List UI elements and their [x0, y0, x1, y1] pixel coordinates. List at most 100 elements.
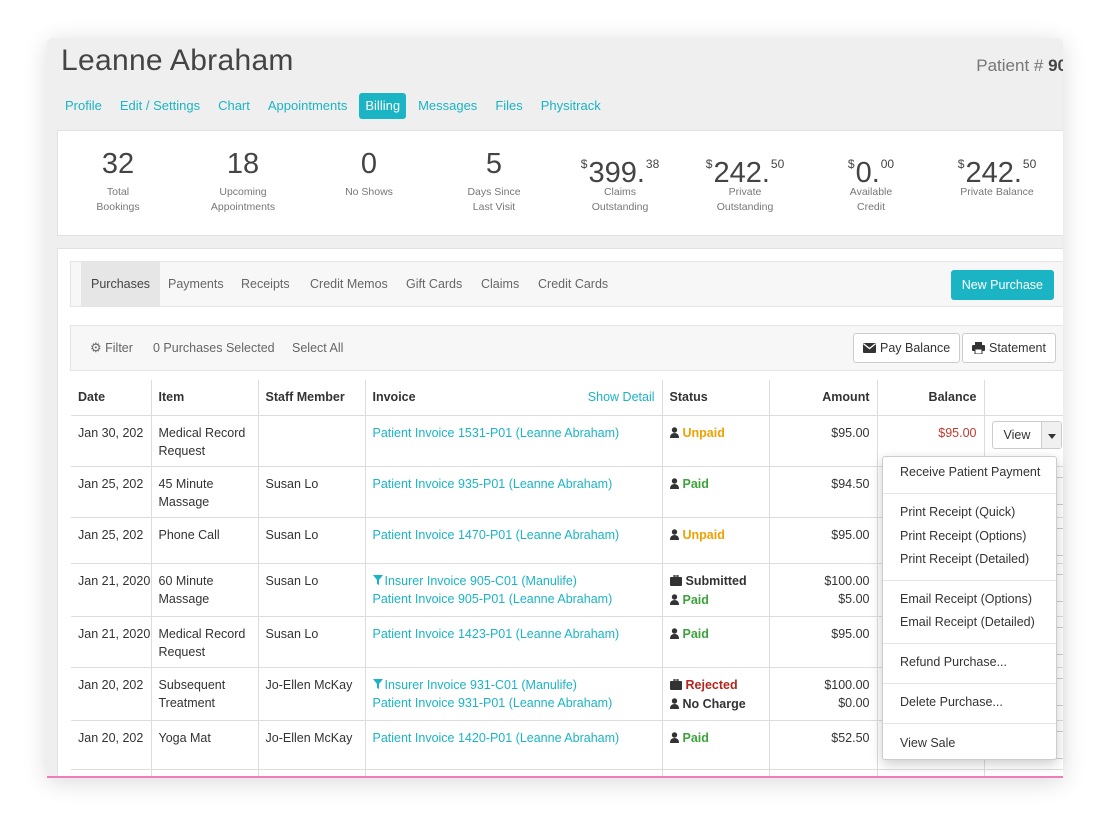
cell-invoice: Patient Invoice 1470-P01 (Leanne Abraham…: [365, 517, 663, 564]
col-header-staff: Staff Member: [258, 380, 366, 416]
stat-label-line2: Appointments: [210, 201, 276, 213]
insurer-invoice-link[interactable]: Insurer Invoice 905-C01 (Manulife): [372, 572, 655, 590]
subtab-credit-memos[interactable]: Credit Memos: [300, 262, 398, 306]
stat-label: Total Bookings: [58, 185, 178, 215]
status-badge: Paid: [669, 591, 762, 610]
status-badge: No Charge: [669, 695, 762, 714]
menu-item-print-receipt-detailed[interactable]: Print Receipt (Detailed): [900, 552, 1029, 566]
invoice-text: Patient Invoice 1420-P01 (Leanne Abraham…: [372, 730, 620, 745]
cell-invoice: Patient Invoice 1531-P01 (Leanne Abraham…: [365, 415, 663, 467]
stat-label: Private Balance: [937, 185, 1057, 200]
subtab-purchases[interactable]: Purchases: [81, 262, 161, 306]
tab-files[interactable]: Files: [489, 93, 528, 119]
cell-amount: $52.50: [769, 720, 878, 770]
invoice-text: Patient Invoice 905-P01 (Leanne Abraham): [372, 591, 613, 606]
insurer-invoice-link[interactable]: Insurer Invoice 931-C01 (Manulife): [372, 676, 655, 694]
status-text: Paid: [682, 626, 709, 641]
view-button[interactable]: View: [993, 422, 1042, 448]
stat-6: $0.00 Available Credit: [811, 131, 931, 215]
person-icon: [669, 626, 679, 644]
tab-profile[interactable]: Profile: [59, 93, 108, 119]
menu-item-print-receipt-quick[interactable]: Print Receipt (Quick): [900, 505, 1015, 519]
patient-invoice-link[interactable]: Patient Invoice 905-P01 (Leanne Abraham): [373, 590, 655, 608]
briefcase-icon: [669, 573, 682, 591]
menu-item-refund-purchase[interactable]: Refund Purchase...: [900, 655, 1007, 669]
cell-staff: Susan Lo: [258, 517, 366, 564]
stat-label-line1: Available: [849, 186, 893, 198]
stats-panel: 32 Total Bookings 18 Upcoming Appointments 0 No…: [57, 130, 1063, 236]
filter-icon: [372, 676, 383, 694]
tab-appointments[interactable]: Appointments: [262, 93, 354, 119]
stat-label: Days Since Last Visit: [434, 185, 554, 215]
cell-item: Medical Record Request: [151, 616, 259, 668]
menu-item-print-receipt-options[interactable]: Print Receipt (Options): [900, 529, 1026, 543]
filter-button[interactable]: ⚙ Filter: [90, 326, 133, 370]
menu-item-view-sale[interactable]: View Sale: [900, 736, 955, 750]
tab-physitrack[interactable]: Physitrack: [535, 93, 607, 119]
subtab-payments[interactable]: Payments: [158, 262, 234, 306]
tab-billing[interactable]: Billing: [359, 93, 407, 119]
amount-value: $52.50: [831, 730, 870, 745]
menu-item-delete-purchase[interactable]: Delete Purchase...: [900, 695, 1003, 709]
stat-cents: 50: [1022, 157, 1037, 171]
cell-date: Jan 25, 202: [71, 466, 152, 518]
cell-status: Paid: [662, 616, 770, 668]
stat-4: $399.38 Claims Outstanding: [560, 131, 680, 215]
status-text: No Charge: [682, 696, 746, 711]
tab-chart[interactable]: Chart: [212, 93, 256, 119]
stat-value: 32: [101, 148, 135, 180]
statement-button[interactable]: Statement: [962, 333, 1056, 363]
patient-invoice-link[interactable]: Patient Invoice 935-P01 (Leanne Abraham): [373, 475, 655, 493]
subtab-gift-cards[interactable]: Gift Cards: [396, 262, 472, 306]
new-purchase-button[interactable]: New Purchase: [950, 270, 1054, 300]
select-all-link[interactable]: Select All: [292, 326, 343, 370]
view-dropdown-toggle[interactable]: [1041, 421, 1062, 448]
menu-item-email-receipt-detailed[interactable]: Email Receipt (Detailed): [900, 615, 1035, 629]
patient-invoice-link[interactable]: Patient Invoice 1470-P01 (Leanne Abraham…: [373, 526, 655, 544]
person-icon: [669, 730, 679, 748]
col-header-invoice: Invoice Show Detail: [365, 380, 663, 416]
cell-status: Rejected No Charge: [662, 667, 770, 721]
subtab-receipts[interactable]: Receipts: [231, 262, 300, 306]
subtab-claims[interactable]: Claims: [471, 262, 529, 306]
cell-status: Submitted Paid: [662, 563, 770, 617]
cell-date: Jan 30, 202: [71, 415, 152, 467]
patient-nav-tabs: Profile Edit / Settings Chart Appointments B…: [59, 93, 613, 119]
amount-value: $95.00: [831, 626, 870, 641]
patient-invoice-link[interactable]: Patient Invoice 1420-P01 (Leanne Abraham…: [373, 729, 655, 747]
purchases-toolbar: ⚙ Filter 0 Purchases Selected Select All…: [70, 325, 1063, 371]
cell-invoice: Patient Invoice 935-P01 (Leanne Abraham): [365, 466, 663, 518]
tab-messages[interactable]: Messages: [412, 93, 483, 119]
subtab-credit-cards[interactable]: Credit Cards: [528, 262, 618, 306]
cell-invoice: Insurer Invoice 931-C01 (Manulife) Patien…: [365, 667, 663, 721]
cell-item: 45 Minute Massage: [151, 466, 259, 518]
cell-staff: Susan Lo: [258, 616, 366, 668]
printer-icon: [972, 342, 985, 354]
invoice-text: Patient Invoice 1531-P01 (Leanne Abraham…: [372, 425, 620, 440]
patient-invoice-link[interactable]: Patient Invoice 1423-P01 (Leanne Abraham…: [373, 625, 655, 643]
stat-value: 0: [360, 148, 378, 180]
cell-invoice: Insurer Invoice 905-C01 (Manulife) Patien…: [365, 563, 663, 617]
patient-invoice-link[interactable]: Patient Invoice 1531-P01 (Leanne Abraham…: [373, 424, 655, 442]
cell-item: Subsequent Treatment: [151, 667, 259, 721]
stat-1: 18 Upcoming Appointments: [183, 131, 303, 215]
stat-currency: $: [957, 157, 965, 171]
envelope-icon: [863, 343, 876, 353]
status-text: Paid: [682, 730, 709, 745]
stat-value: 5: [485, 148, 503, 180]
patient-invoice-link[interactable]: Patient Invoice 931-P01 (Leanne Abraham): [373, 694, 655, 712]
cell-item: Phone Call: [151, 517, 259, 564]
cell-staff: Jo-Ellen McKay: [258, 667, 366, 721]
amount-value: $0.00: [838, 695, 870, 710]
stat-currency: $: [705, 157, 713, 171]
show-detail-link[interactable]: Show Detail: [588, 390, 655, 404]
tab-edit-settings[interactable]: Edit / Settings: [114, 93, 206, 119]
invoice-text: Insurer Invoice 931-C01 (Manulife): [384, 677, 577, 692]
menu-divider: [883, 580, 1056, 581]
menu-item-receive-patient-payment[interactable]: Receive Patient Payment: [900, 465, 1040, 479]
menu-item-email-receipt-options[interactable]: Email Receipt (Options): [900, 592, 1032, 606]
status-badge: Submitted: [669, 572, 762, 591]
cell-amount: $94.50: [769, 466, 878, 518]
pay-balance-button[interactable]: Pay Balance: [853, 333, 961, 363]
stat-label: Upcoming Appointments: [183, 185, 303, 215]
